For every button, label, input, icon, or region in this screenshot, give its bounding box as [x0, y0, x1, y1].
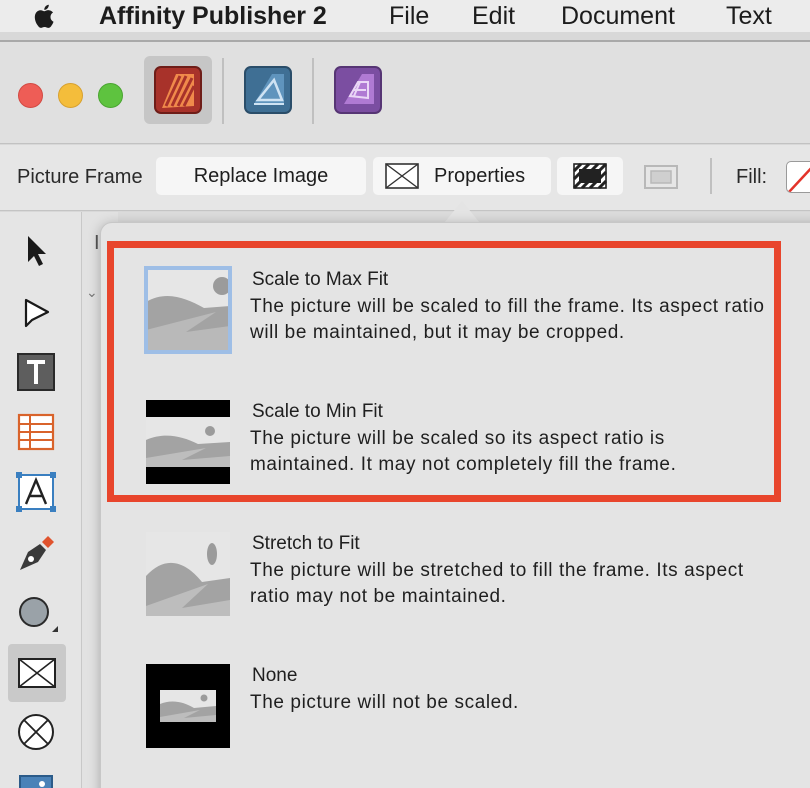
ellipse-tool-icon[interactable] — [14, 592, 58, 636]
divider — [710, 158, 712, 194]
minimize-window-button[interactable] — [58, 83, 83, 108]
no-scale-icon — [146, 664, 230, 748]
move-tool-icon[interactable] — [14, 228, 58, 272]
option-description: The picture will not be scaled. — [250, 692, 519, 713]
option-stretch-to-fit[interactable]: Stretch to Fit The picture will be stret… — [146, 532, 766, 622]
photo-persona-icon[interactable] — [334, 66, 382, 114]
publisher-persona-icon[interactable] — [154, 66, 202, 114]
chevron-down-icon[interactable]: ⌄ — [86, 284, 98, 301]
frame-text-tool-icon[interactable] — [14, 350, 58, 394]
picture-frame-icon — [385, 163, 419, 189]
option-description: The picture will be stretched to fill th… — [250, 560, 744, 607]
option-none[interactable]: None The picture will not be scaled. — [146, 664, 766, 754]
picture-frame-tool-icon[interactable] — [8, 644, 66, 702]
highlight-box — [107, 241, 781, 502]
context-toolbar-label: Picture Frame — [17, 166, 143, 188]
hatched-frame-icon — [573, 163, 607, 189]
table-tool-icon[interactable] — [14, 410, 58, 454]
apple-logo-icon[interactable] — [30, 2, 60, 30]
ellipse-frame-tool-icon[interactable] — [14, 710, 58, 754]
close-window-button[interactable] — [18, 83, 43, 108]
panel-tab-label: I — [94, 232, 100, 254]
designer-persona-icon[interactable] — [244, 66, 292, 114]
divider — [222, 58, 224, 124]
fit-frame-icon[interactable] — [641, 161, 681, 193]
option-title: Stretch to Fit — [252, 533, 360, 554]
artistic-text-tool-icon[interactable] — [14, 470, 58, 514]
replace-image-button[interactable]: Replace Image — [156, 157, 366, 195]
fill-label: Fill: — [736, 166, 768, 188]
menu-bar: Affinity Publisher 2 File Edit Document … — [0, 0, 810, 32]
properties-button[interactable]: Properties — [373, 157, 551, 195]
menu-document[interactable]: Document — [561, 2, 675, 30]
node-tool-icon[interactable] — [14, 290, 58, 334]
divider — [312, 58, 314, 124]
menu-app-name[interactable]: Affinity Publisher 2 — [99, 2, 327, 30]
menu-file[interactable]: File — [389, 2, 429, 30]
zoom-window-button[interactable] — [98, 83, 123, 108]
popover-arrow — [444, 201, 480, 223]
fill-swatch[interactable] — [786, 161, 810, 193]
menu-edit[interactable]: Edit — [472, 2, 515, 30]
menu-text[interactable]: Text — [726, 2, 772, 30]
stretch-to-fit-icon — [146, 532, 230, 616]
frame-fill-button[interactable] — [557, 157, 623, 195]
properties-label: Properties — [434, 165, 526, 187]
option-title: None — [252, 665, 298, 686]
place-image-tool-icon[interactable] — [14, 770, 58, 788]
pen-tool-icon[interactable] — [14, 530, 58, 574]
